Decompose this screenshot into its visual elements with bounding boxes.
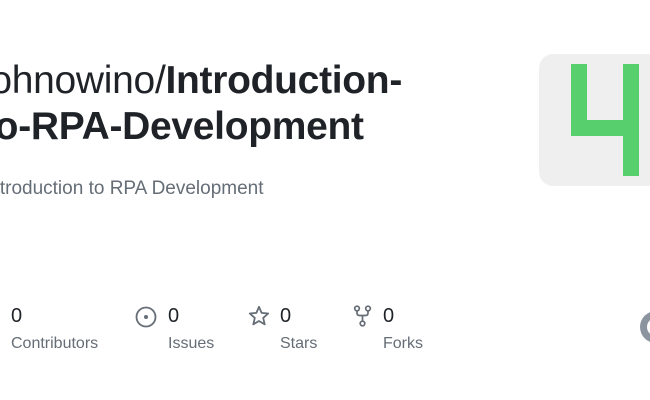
repo-stats: 0 Contributors 0 Issues 0 Stars 0 Forks [0, 303, 650, 363]
stars-count: 0 [280, 305, 292, 327]
owner-avatar [539, 54, 650, 186]
repo-owner[interactable]: johnowino [0, 59, 155, 102]
repo-description: Introduction to RPA Development [0, 178, 264, 199]
repo-separator: / [154, 59, 166, 102]
repo-title: johnowino/Introduction-to-RPA-Developmen… [0, 58, 502, 150]
stars-label: Stars [280, 335, 318, 352]
contributors-label: Contributors [11, 335, 99, 352]
forks-label: Forks [383, 335, 423, 352]
repo-name-line1[interactable]: Introduction- [165, 59, 402, 102]
issues-count: 0 [168, 305, 180, 327]
star-icon [248, 304, 272, 328]
identicon-image [571, 64, 639, 176]
repo-name-line2[interactable]: to-RPA-Development [0, 105, 364, 148]
issues-label: Issues [168, 335, 215, 352]
issue-opened-icon [135, 304, 159, 328]
forks-count: 0 [383, 305, 395, 327]
contributors-count: 0 [11, 305, 23, 327]
repo-forked-icon [352, 304, 376, 328]
